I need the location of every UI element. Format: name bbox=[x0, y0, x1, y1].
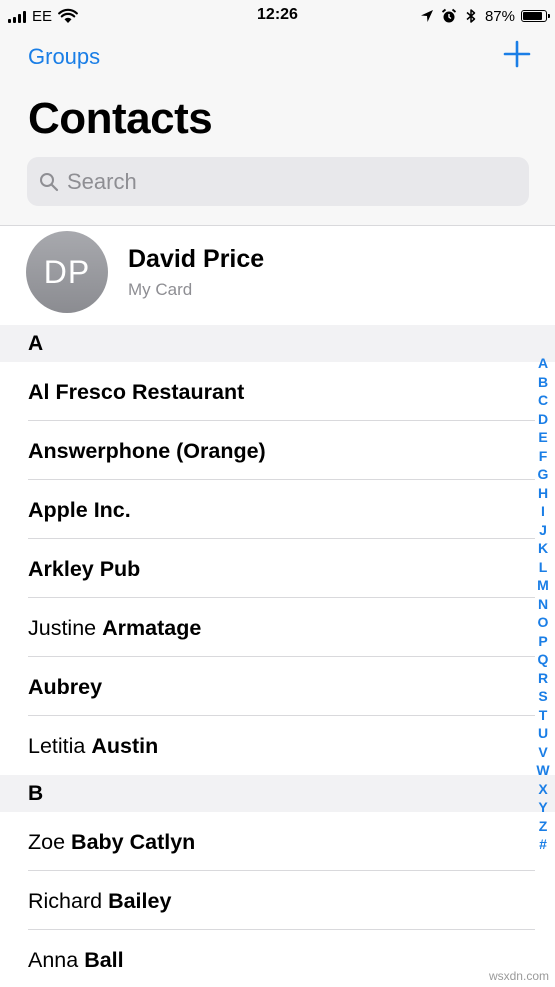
index-letter[interactable]: D bbox=[538, 410, 548, 429]
section-letter: B bbox=[28, 782, 44, 805]
index-letter[interactable]: S bbox=[538, 687, 547, 706]
index-letter[interactable]: M bbox=[537, 576, 549, 595]
index-letter[interactable]: # bbox=[539, 835, 547, 854]
index-letter[interactable]: C bbox=[538, 391, 548, 410]
contact-name: Arkley Pub bbox=[28, 557, 141, 581]
status-right: 87% bbox=[419, 6, 550, 26]
page-title: Contacts bbox=[28, 94, 213, 143]
contact-name: Justine Armatage bbox=[28, 616, 202, 640]
index-letter[interactable]: R bbox=[538, 669, 548, 688]
avatar: DP bbox=[26, 231, 108, 313]
index-letter[interactable]: I bbox=[541, 502, 545, 521]
alarm-icon bbox=[441, 8, 457, 23]
search-bar[interactable] bbox=[27, 157, 529, 206]
contact-row[interactable]: Justine Armatage bbox=[0, 598, 555, 657]
watermark: wsxdn.com bbox=[488, 969, 549, 983]
contact-row[interactable]: Anna Ball bbox=[0, 930, 555, 987]
contact-row[interactable]: Al Fresco Restaurant bbox=[0, 362, 555, 421]
section-header-b: B bbox=[0, 775, 555, 812]
contact-row[interactable]: Aubrey bbox=[0, 657, 555, 716]
my-card[interactable]: DP David Price My Card bbox=[0, 227, 555, 324]
contact-name: Apple Inc. bbox=[28, 498, 131, 522]
search-input[interactable] bbox=[67, 168, 507, 195]
alphabet-index[interactable]: A B C D E F G H I J K L M N O P Q R S T U V W X Y Z # bbox=[534, 354, 552, 854]
index-letter[interactable]: P bbox=[538, 632, 547, 651]
status-bar: EE 12:26 87% bbox=[0, 0, 555, 32]
contact-name: Al Fresco Restaurant bbox=[28, 380, 245, 404]
index-letter[interactable]: Z bbox=[539, 817, 548, 836]
index-letter[interactable]: L bbox=[539, 558, 548, 577]
battery-fill bbox=[523, 12, 543, 20]
index-letter[interactable]: E bbox=[538, 428, 547, 447]
index-letter[interactable]: O bbox=[538, 613, 549, 632]
search-icon bbox=[40, 172, 59, 191]
index-letter[interactable]: W bbox=[536, 761, 549, 780]
index-letter[interactable]: U bbox=[538, 724, 548, 743]
section-header-a: A bbox=[0, 325, 555, 362]
index-letter[interactable]: H bbox=[538, 484, 548, 503]
navigation-header: Groups Contacts bbox=[0, 32, 555, 226]
contact-row[interactable]: Richard Bailey bbox=[0, 871, 555, 930]
my-card-name: David Price bbox=[128, 245, 265, 273]
index-letter[interactable]: J bbox=[539, 521, 547, 540]
index-letter[interactable]: F bbox=[539, 447, 548, 466]
contact-row[interactable]: Arkley Pub bbox=[0, 539, 555, 598]
index-letter[interactable]: X bbox=[538, 780, 547, 799]
index-letter[interactable]: Q bbox=[538, 650, 549, 669]
section-letter: A bbox=[28, 332, 44, 355]
index-letter[interactable]: V bbox=[538, 743, 547, 762]
my-card-subtitle: My Card bbox=[128, 280, 193, 299]
contact-name: Richard Bailey bbox=[28, 889, 172, 913]
contact-row[interactable]: Letitia Austin bbox=[0, 716, 555, 775]
index-letter[interactable]: A bbox=[538, 354, 548, 373]
contact-row[interactable]: Zoe Baby Catlyn bbox=[0, 812, 555, 871]
groups-button[interactable]: Groups bbox=[28, 44, 100, 70]
index-letter[interactable]: Y bbox=[538, 798, 547, 817]
index-letter[interactable]: B bbox=[538, 373, 548, 392]
index-letter[interactable]: G bbox=[538, 465, 549, 484]
battery-percent: 87% bbox=[484, 7, 515, 25]
index-letter[interactable]: K bbox=[538, 539, 548, 558]
contact-name: Answerphone (Orange) bbox=[28, 439, 266, 463]
contact-row[interactable]: Apple Inc. bbox=[0, 480, 555, 539]
bluetooth-icon bbox=[466, 9, 476, 23]
contact-name: Aubrey bbox=[28, 675, 103, 699]
index-letter[interactable]: T bbox=[539, 706, 548, 725]
plus-icon[interactable] bbox=[503, 40, 531, 68]
battery-icon bbox=[521, 10, 550, 22]
contact-name: Zoe Baby Catlyn bbox=[28, 830, 196, 854]
contact-row[interactable]: Answerphone (Orange) bbox=[0, 421, 555, 480]
location-icon bbox=[420, 10, 433, 22]
contact-name: Anna Ball bbox=[28, 948, 124, 972]
index-letter[interactable]: N bbox=[538, 595, 548, 614]
contact-name: Letitia Austin bbox=[28, 734, 159, 758]
